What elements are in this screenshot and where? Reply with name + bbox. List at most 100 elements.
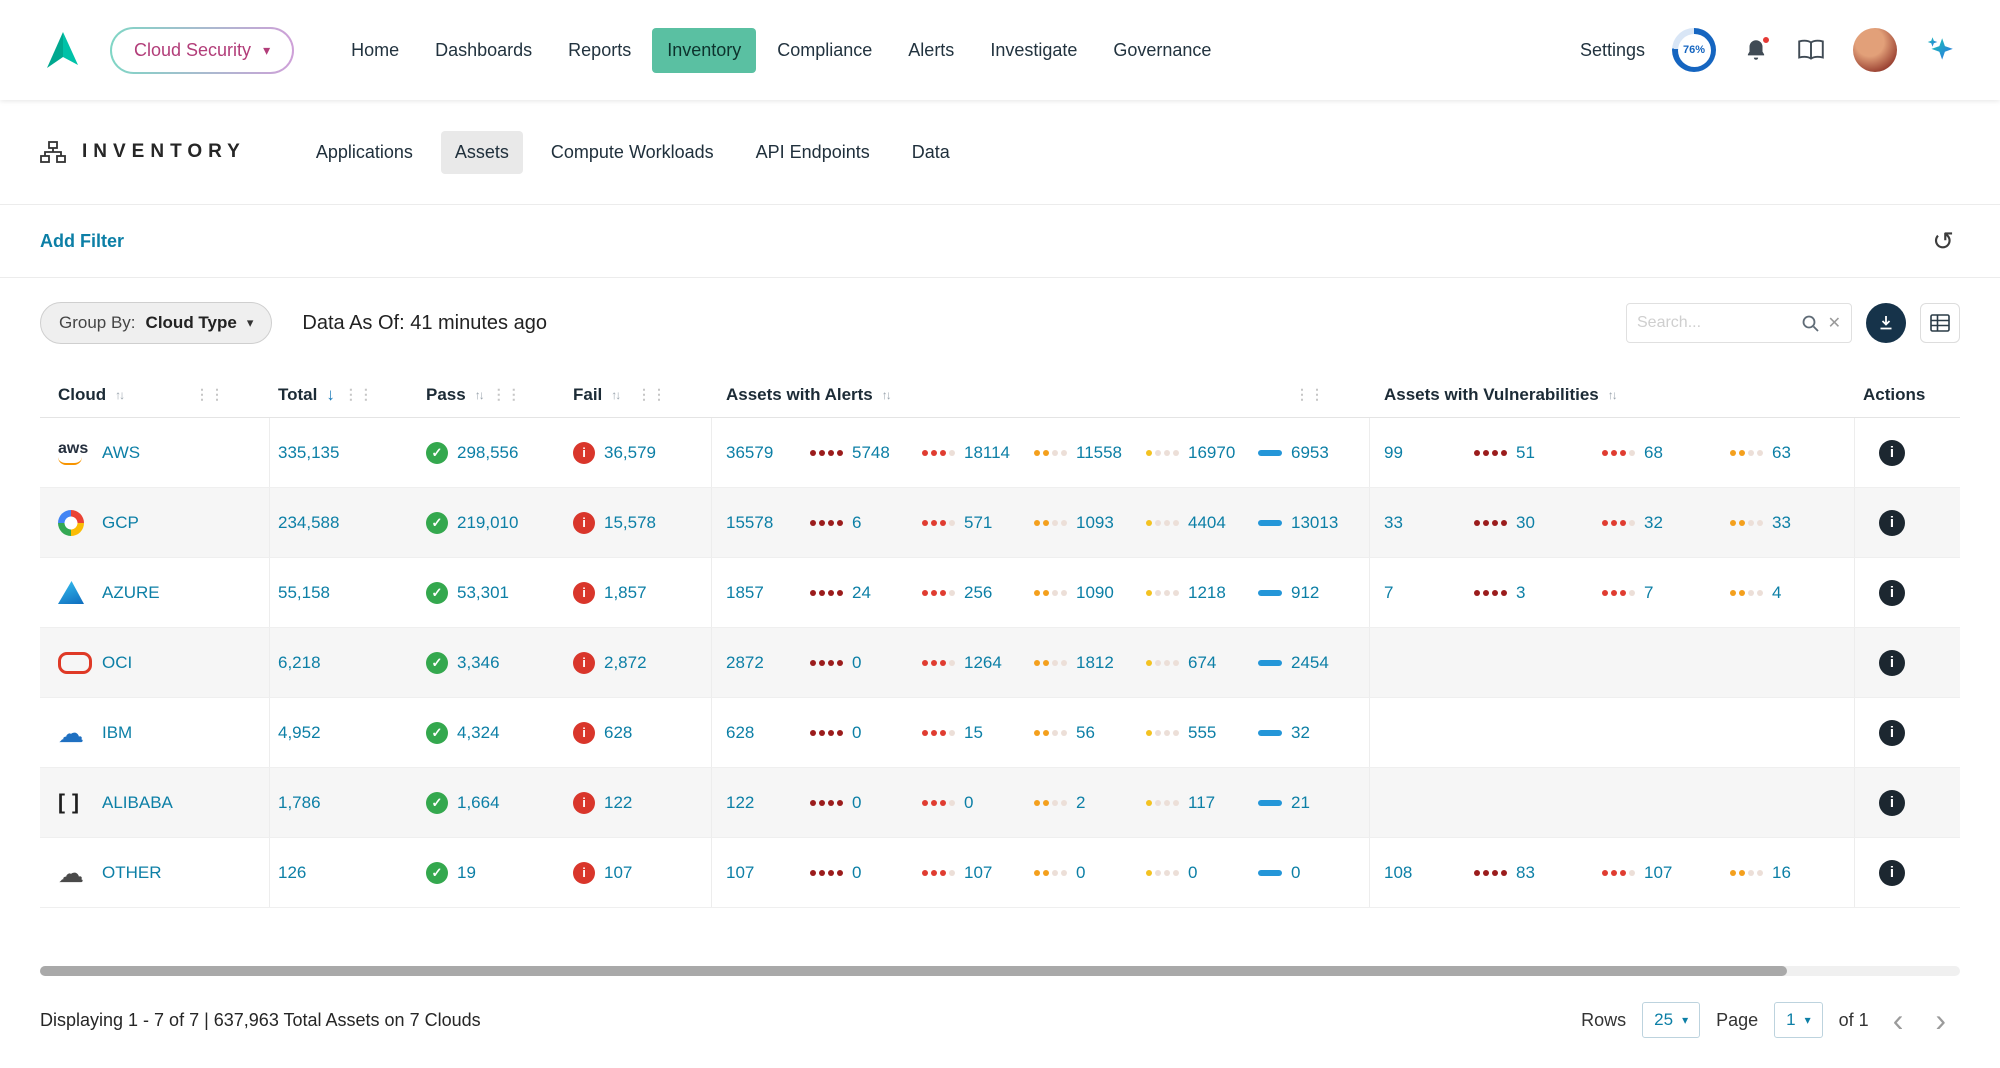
cloud-name-link[interactable]: GCP: [102, 513, 139, 533]
alerts-high-link[interactable]: 1264: [964, 653, 1002, 673]
alerts-medium-link[interactable]: 1093: [1076, 513, 1114, 533]
alerts-low-link[interactable]: 16970: [1188, 443, 1235, 463]
cloud-name-link[interactable]: AZURE: [102, 583, 160, 603]
pass-count-link[interactable]: 219,010: [457, 513, 518, 533]
fail-count-link[interactable]: 36,579: [604, 443, 656, 463]
nav-item-compliance[interactable]: Compliance: [762, 28, 887, 73]
nav-item-reports[interactable]: Reports: [553, 28, 646, 73]
nav-item-home[interactable]: Home: [336, 28, 414, 73]
row-info-icon[interactable]: i: [1879, 720, 1905, 746]
alerts-high-link[interactable]: 107: [964, 863, 992, 883]
total-count-link[interactable]: 126: [278, 863, 306, 883]
alerts-high-link[interactable]: 15: [964, 723, 983, 743]
row-info-icon[interactable]: i: [1879, 790, 1905, 816]
vulns-total-link[interactable]: 33: [1384, 513, 1474, 533]
download-button[interactable]: [1866, 303, 1906, 343]
docs-book-icon[interactable]: [1796, 37, 1826, 63]
drag-handle-icon[interactable]: ⋮⋮: [344, 386, 374, 403]
total-count-link[interactable]: 335,135: [278, 443, 339, 463]
vulns-critical-link[interactable]: 30: [1516, 513, 1535, 533]
alerts-critical-link[interactable]: 6: [852, 513, 861, 533]
sort-icon[interactable]: ↑↓: [115, 388, 123, 402]
alerts-info-link[interactable]: 0: [1291, 863, 1300, 883]
drag-handle-icon[interactable]: ⋮⋮: [1295, 386, 1325, 403]
alerts-total-link[interactable]: 36579: [726, 443, 810, 463]
total-count-link[interactable]: 6,218: [278, 653, 321, 673]
alerts-low-link[interactable]: 0: [1188, 863, 1197, 883]
sort-icon[interactable]: ↑↓: [882, 388, 890, 402]
total-count-link[interactable]: 4,952: [278, 723, 321, 743]
alerts-info-link[interactable]: 6953: [1291, 443, 1329, 463]
row-info-icon[interactable]: i: [1879, 650, 1905, 676]
alerts-total-link[interactable]: 628: [726, 723, 810, 743]
alerts-low-link[interactable]: 555: [1188, 723, 1216, 743]
alerts-info-link[interactable]: 2454: [1291, 653, 1329, 673]
nav-item-alerts[interactable]: Alerts: [893, 28, 969, 73]
pass-count-link[interactable]: 53,301: [457, 583, 509, 603]
search-input[interactable]: [1637, 314, 1793, 332]
alerts-total-link[interactable]: 122: [726, 793, 810, 813]
row-info-icon[interactable]: i: [1879, 580, 1905, 606]
alerts-info-link[interactable]: 32: [1291, 723, 1310, 743]
group-by-dropdown[interactable]: Group By: Cloud Type ▾: [40, 302, 272, 344]
cloud-name-link[interactable]: AWS: [102, 443, 140, 463]
alerts-medium-link[interactable]: 1812: [1076, 653, 1114, 673]
fail-count-link[interactable]: 122: [604, 793, 632, 813]
rows-per-page-select[interactable]: 25 ▾: [1642, 1002, 1700, 1038]
alerts-high-link[interactable]: 0: [964, 793, 973, 813]
vulns-high-link[interactable]: 107: [1644, 863, 1672, 883]
reset-filters-icon[interactable]: ↺: [1932, 228, 1954, 254]
horizontal-scrollbar-track[interactable]: [40, 966, 1960, 976]
cloud-name-link[interactable]: IBM: [102, 723, 132, 743]
vulns-high-link[interactable]: 68: [1644, 443, 1663, 463]
cloud-name-link[interactable]: OCI: [102, 653, 132, 673]
total-count-link[interactable]: 234,588: [278, 513, 339, 533]
vulns-medium-link[interactable]: 63: [1772, 443, 1791, 463]
tab-applications[interactable]: Applications: [302, 131, 427, 174]
alerts-medium-link[interactable]: 11558: [1076, 443, 1122, 463]
alerts-total-link[interactable]: 1857: [726, 583, 810, 603]
tab-data[interactable]: Data: [898, 131, 964, 174]
vulns-medium-link[interactable]: 33: [1772, 513, 1791, 533]
clear-search-icon[interactable]: ✕: [1828, 313, 1841, 333]
next-page-icon[interactable]: ›: [1927, 1004, 1954, 1036]
row-info-icon[interactable]: i: [1879, 440, 1905, 466]
vulns-critical-link[interactable]: 51: [1516, 443, 1535, 463]
column-settings-button[interactable]: [1920, 303, 1960, 343]
alerts-info-link[interactable]: 21: [1291, 793, 1310, 813]
pass-count-link[interactable]: 3,346: [457, 653, 500, 673]
notifications-bell-icon[interactable]: [1743, 37, 1769, 63]
alerts-high-link[interactable]: 18114: [964, 443, 1010, 463]
prisma-cloud-logo-icon[interactable]: [40, 30, 80, 70]
user-avatar[interactable]: [1853, 28, 1897, 72]
alerts-total-link[interactable]: 107: [726, 863, 810, 883]
alerts-medium-link[interactable]: 2: [1076, 793, 1085, 813]
vulns-medium-link[interactable]: 16: [1772, 863, 1791, 883]
pass-count-link[interactable]: 4,324: [457, 723, 500, 743]
nav-item-inventory[interactable]: Inventory: [652, 28, 756, 73]
fail-count-link[interactable]: 628: [604, 723, 632, 743]
drag-handle-icon[interactable]: ⋮⋮: [195, 386, 225, 403]
alerts-medium-link[interactable]: 0: [1076, 863, 1085, 883]
alerts-total-link[interactable]: 2872: [726, 653, 810, 673]
fail-count-link[interactable]: 15,578: [604, 513, 656, 533]
tab-compute-workloads[interactable]: Compute Workloads: [537, 131, 728, 174]
vulns-high-link[interactable]: 7: [1644, 583, 1653, 603]
pass-count-link[interactable]: 1,664: [457, 793, 500, 813]
alerts-total-link[interactable]: 15578: [726, 513, 810, 533]
alerts-low-link[interactable]: 1218: [1188, 583, 1226, 603]
alerts-critical-link[interactable]: 24: [852, 583, 871, 603]
alerts-critical-link[interactable]: 0: [852, 793, 861, 813]
fail-count-link[interactable]: 1,857: [604, 583, 647, 603]
alerts-critical-link[interactable]: 0: [852, 653, 861, 673]
cloud-name-link[interactable]: ALIBABA: [102, 793, 173, 813]
progress-ring[interactable]: 76%: [1672, 28, 1716, 72]
alerts-low-link[interactable]: 4404: [1188, 513, 1226, 533]
vulns-total-link[interactable]: 108: [1384, 863, 1474, 883]
total-count-link[interactable]: 55,158: [278, 583, 330, 603]
nav-item-dashboards[interactable]: Dashboards: [420, 28, 547, 73]
fail-count-link[interactable]: 107: [604, 863, 632, 883]
alerts-critical-link[interactable]: 5748: [852, 443, 890, 463]
alerts-high-link[interactable]: 571: [964, 513, 992, 533]
drag-handle-icon[interactable]: ⋮⋮: [637, 386, 667, 403]
